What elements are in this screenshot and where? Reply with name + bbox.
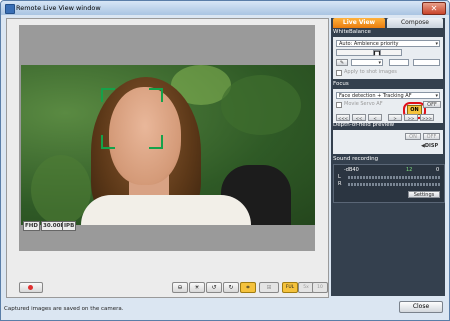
chevron-down-icon: ▾ bbox=[435, 41, 438, 47]
meter-right-bar bbox=[348, 183, 440, 186]
wb-preset-select[interactable]: ▾ bbox=[351, 59, 383, 66]
af-mode-value: Face detection + Tracking AF bbox=[339, 93, 412, 99]
af-mode-select[interactable]: Face detection + Tracking AF ▾ bbox=[336, 92, 440, 99]
level-icon[interactable]: ⊖ bbox=[172, 282, 188, 293]
chevron-down-icon: ▾ bbox=[435, 93, 438, 99]
dof-header: Depth-of-field preview bbox=[333, 122, 395, 128]
sound-header: Sound recording bbox=[333, 156, 379, 162]
meter-scale-mid: 12 bbox=[406, 167, 413, 173]
wb-shift-field[interactable] bbox=[336, 49, 402, 56]
servo-off-button[interactable]: OFF bbox=[423, 101, 441, 108]
window-close-button[interactable]: ✕ bbox=[422, 2, 446, 15]
wb-kelvin-field[interactable] bbox=[413, 59, 440, 66]
control-panel: Live View Compose WhiteBalance Auto: Amb… bbox=[331, 18, 445, 296]
focus-near-3-button[interactable]: >>> bbox=[420, 114, 434, 121]
tab-compose[interactable]: Compose bbox=[387, 18, 443, 28]
wb-shift-marker-icon: ■ bbox=[373, 50, 381, 57]
live-view-image bbox=[21, 65, 315, 225]
apply-shot-images-checkbox[interactable] bbox=[336, 70, 342, 76]
live-view-panel: FHD 30.00P IPB ⊖ ☀ ↺ ↻ ⌗ ⊞ FUL 5x 10 bbox=[6, 18, 329, 298]
format-fhd-badge: FHD bbox=[23, 221, 40, 231]
app-icon bbox=[5, 4, 15, 14]
window-title: Remote Live View window bbox=[16, 4, 101, 12]
focus-far-3-button[interactable]: <<< bbox=[336, 114, 350, 121]
movie-servo-checkbox[interactable] bbox=[336, 102, 342, 108]
focus-near-1-button[interactable]: > bbox=[388, 114, 402, 121]
meter-left-label: L bbox=[338, 174, 341, 180]
zoom-fit-icon[interactable]: FUL bbox=[282, 282, 298, 293]
meter-right-label: R bbox=[338, 181, 342, 187]
grid-icon[interactable]: ⊞ bbox=[259, 282, 279, 293]
zoom-10x-icon[interactable]: 10 bbox=[312, 282, 328, 293]
format-compression-badge: IPB bbox=[62, 221, 77, 231]
eyedropper-icon[interactable]: ✎ bbox=[336, 59, 348, 66]
record-icon bbox=[28, 285, 33, 290]
rotate-left-icon[interactable]: ↺ bbox=[206, 282, 222, 293]
focus-section: Face detection + Tracking AF ▾ Movie Ser… bbox=[333, 89, 443, 123]
af-frame-icon[interactable]: ⌗ bbox=[240, 282, 256, 293]
white-balance-icon[interactable]: ☀ bbox=[189, 282, 205, 293]
focus-header: Focus bbox=[333, 81, 349, 87]
focus-far-1-button[interactable]: < bbox=[368, 114, 382, 121]
meter-scale-right: 0 bbox=[436, 167, 440, 173]
tab-live-view[interactable]: Live View bbox=[333, 18, 385, 28]
sound-section: -dB40 12 0 L R Settings bbox=[333, 164, 445, 203]
dof-icon: ◀DISP bbox=[421, 143, 439, 149]
title-bar[interactable]: Remote Live View window ✕ bbox=[1, 1, 449, 15]
meter-left-bar bbox=[348, 176, 440, 179]
rotate-right-icon[interactable]: ↻ bbox=[223, 282, 239, 293]
sound-settings-button[interactable]: Settings bbox=[408, 191, 440, 198]
status-message: Captured images are saved on the camera. bbox=[4, 306, 124, 312]
record-button[interactable] bbox=[19, 282, 43, 293]
close-button[interactable]: Close bbox=[399, 301, 443, 313]
white-balance-select[interactable]: Auto: Ambience priority ▾ bbox=[336, 40, 440, 47]
dof-off-button[interactable]: OFF bbox=[423, 133, 440, 140]
white-balance-header: WhiteBalance bbox=[333, 29, 371, 35]
focus-near-2-button[interactable]: >> bbox=[404, 114, 418, 121]
wb-value-field[interactable] bbox=[389, 59, 409, 66]
dof-section: ON OFF ◀DISP bbox=[333, 130, 443, 154]
focus-far-2-button[interactable]: << bbox=[352, 114, 366, 121]
white-balance-section: Auto: Ambience priority ▾ ■ ✎ ▾ Apply to… bbox=[333, 37, 443, 79]
white-balance-value: Auto: Ambience priority bbox=[339, 41, 399, 47]
apply-shot-images-label: Apply to shot images bbox=[344, 69, 397, 75]
dof-on-button[interactable]: ON bbox=[405, 133, 421, 140]
meter-scale-left: -dB40 bbox=[344, 167, 359, 173]
live-view-canvas[interactable]: FHD 30.00P IPB bbox=[19, 25, 315, 251]
movie-servo-label: Movie Servo AF bbox=[344, 101, 383, 107]
remote-live-view-window: Remote Live View window ✕ FHD 30.00P IPB… bbox=[0, 0, 450, 321]
